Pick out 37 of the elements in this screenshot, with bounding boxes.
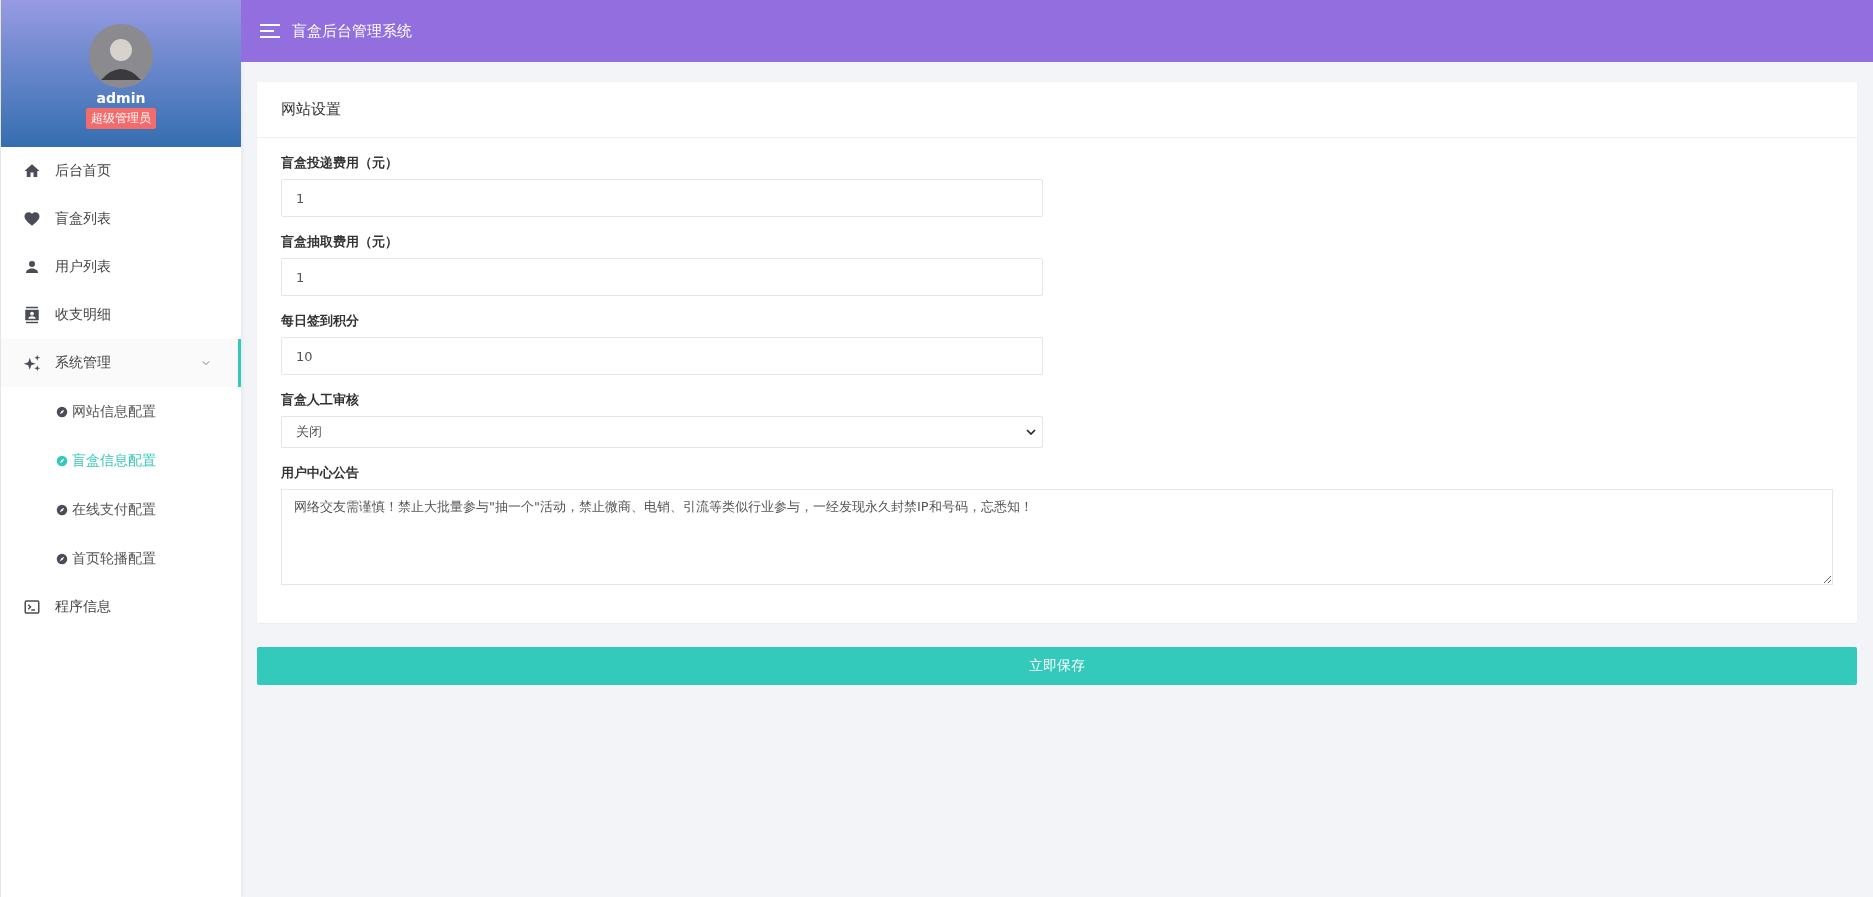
submenu-item[interactable]: 网站信息配置: [1, 387, 241, 436]
chevron-down-icon: [1026, 429, 1036, 435]
contact-card-icon: [23, 306, 41, 324]
compass-icon: [56, 405, 68, 418]
field-label: 盲盒抽取费用（元）: [281, 233, 399, 251]
input-field[interactable]: 1: [281, 179, 1043, 217]
input-field[interactable]: 1: [281, 258, 1043, 296]
avatar: [89, 24, 153, 88]
role-badge: 超级管理员: [86, 108, 156, 129]
heart-icon: [23, 210, 41, 228]
field-label: 每日签到积分: [281, 312, 360, 330]
home-icon: [23, 162, 41, 180]
text-area[interactable]: 网络交友需谨慎！禁止大批量参与"抽一个"活动，禁止微商、电销、引流等类似行业参与，一经发现永久封禁IP和号码，忘悉知！: [281, 489, 1833, 585]
sparkle-icon: [23, 354, 41, 372]
person-icon: [23, 258, 41, 276]
field-label: 盲盒人工审核: [281, 391, 360, 409]
compass-icon: [56, 552, 68, 565]
sidebar-item[interactable]: 盲盒列表: [1, 195, 241, 243]
terminal-icon: [23, 598, 41, 616]
menu-icon[interactable]: [260, 23, 280, 39]
compass-icon: [56, 454, 68, 467]
card-title: 网站设置: [257, 82, 1857, 138]
dropdown[interactable]: 关闭: [281, 416, 1043, 448]
field-label: 盲盒投递费用（元）: [281, 154, 399, 172]
compass-icon: [56, 503, 68, 516]
sidebar-item[interactable]: 后台首页: [1, 147, 241, 195]
input-field[interactable]: 10: [281, 337, 1043, 375]
sidebar-item[interactable]: 用户列表: [1, 243, 241, 291]
submenu-item[interactable]: 首页轮播配置: [1, 534, 241, 583]
user-name: admin: [96, 90, 146, 106]
sidebar-item[interactable]: 系统管理: [1, 339, 241, 387]
sidebar-item[interactable]: 程序信息: [1, 583, 241, 631]
chevron-icon: [202, 360, 210, 366]
submenu-item[interactable]: 在线支付配置: [1, 485, 241, 534]
sidebar-item[interactable]: 收支明细: [1, 291, 241, 339]
app-title: 盲盒后台管理系统: [292, 21, 412, 41]
field-label: 用户中心公告: [281, 464, 360, 482]
